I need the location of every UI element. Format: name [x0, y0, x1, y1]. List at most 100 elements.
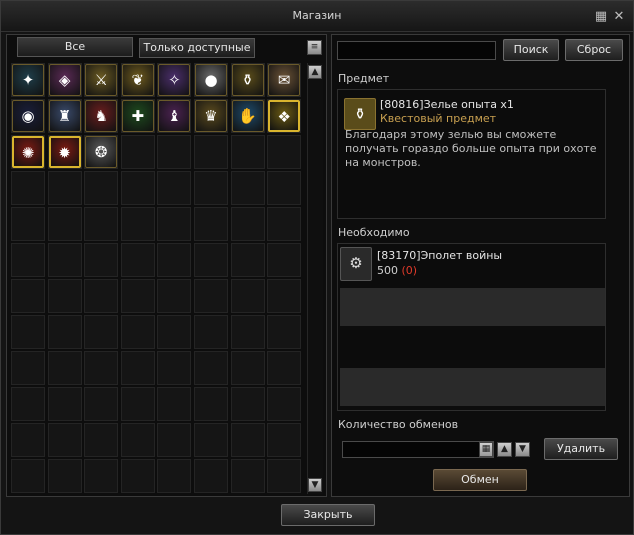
- dark-crystal-ball-icon[interactable]: ◉: [12, 100, 44, 132]
- grid-cell[interactable]: [47, 459, 82, 493]
- grid-cell[interactable]: [11, 387, 45, 421]
- grid-settings-icon[interactable]: ▦: [593, 9, 609, 25]
- grid-cell[interactable]: [120, 279, 155, 313]
- experience-potion-icon[interactable]: ⚱: [344, 98, 376, 130]
- grid-cell[interactable]: [84, 243, 119, 277]
- grid-cell[interactable]: [267, 207, 302, 241]
- grid-cell[interactable]: [120, 423, 155, 457]
- grid-cell[interactable]: [84, 459, 119, 493]
- grid-cell[interactable]: [267, 279, 302, 313]
- grid-cell[interactable]: [84, 387, 119, 421]
- hooded-figure-icon[interactable]: ♜: [48, 100, 81, 132]
- grid-cell[interactable]: [194, 207, 228, 241]
- grid-cell[interactable]: [230, 243, 265, 277]
- delete-button[interactable]: Удалить: [544, 438, 618, 460]
- grid-cell[interactable]: [84, 207, 119, 241]
- grid-cell[interactable]: [120, 351, 155, 385]
- grid-cell[interactable]: [230, 459, 265, 493]
- grid-cell[interactable]: [11, 243, 45, 277]
- grid-cell[interactable]: [194, 387, 228, 421]
- grid-cell[interactable]: [47, 315, 82, 349]
- grid-cell[interactable]: [157, 207, 192, 241]
- grid-cell[interactable]: [194, 459, 228, 493]
- grid-cell[interactable]: [230, 387, 265, 421]
- grid-cell[interactable]: [11, 207, 45, 241]
- golden-wing-icon[interactable]: ❦: [121, 64, 154, 96]
- grid-cell[interactable]: [194, 135, 228, 169]
- pink-shield-icon[interactable]: ◈: [48, 64, 81, 96]
- tab-all[interactable]: Все: [17, 37, 133, 57]
- calculator-icon[interactable]: ▦: [479, 442, 493, 457]
- grid-cell[interactable]: [230, 135, 265, 169]
- decrement-arrow-icon[interactable]: ▼: [515, 442, 530, 457]
- grid-cell[interactable]: [194, 423, 228, 457]
- grid-cell[interactable]: [84, 423, 119, 457]
- grid-cell[interactable]: [11, 279, 45, 313]
- grid-cell[interactable]: [267, 459, 302, 493]
- grid-cell[interactable]: [157, 279, 192, 313]
- golden-statue-icon[interactable]: ♛: [195, 100, 227, 132]
- tab-available-only[interactable]: Только доступные: [139, 38, 255, 58]
- grid-cell[interactable]: [267, 135, 302, 169]
- grid-cell[interactable]: [11, 171, 45, 205]
- teal-crystal-icon[interactable]: ✦: [12, 64, 44, 96]
- grid-cell[interactable]: [47, 279, 82, 313]
- grid-cell[interactable]: [47, 387, 82, 421]
- grid-cell[interactable]: [11, 351, 45, 385]
- search-button[interactable]: Поиск: [503, 39, 559, 61]
- grid-cell[interactable]: [120, 387, 155, 421]
- grid-cell[interactable]: [194, 243, 228, 277]
- grid-cell[interactable]: [267, 387, 302, 421]
- grid-cell[interactable]: [84, 351, 119, 385]
- close-icon[interactable]: ✕: [611, 9, 627, 25]
- grid-cell[interactable]: [194, 171, 228, 205]
- purple-rune-icon[interactable]: ✧: [158, 64, 191, 96]
- grid-cell[interactable]: [157, 351, 192, 385]
- grid-cell[interactable]: [11, 423, 45, 457]
- grid-cell[interactable]: [47, 207, 82, 241]
- yellow-box-icon[interactable]: ❖: [268, 100, 301, 132]
- grid-cell[interactable]: [120, 243, 155, 277]
- search-input[interactable]: [337, 41, 496, 60]
- grid-cell[interactable]: [157, 243, 192, 277]
- grid-cell[interactable]: [230, 315, 265, 349]
- grid-cell[interactable]: [267, 243, 302, 277]
- exchange-count-field[interactable]: [342, 441, 494, 458]
- grid-cell[interactable]: [230, 279, 265, 313]
- green-sword-icon[interactable]: ✚: [121, 100, 154, 132]
- grid-cell[interactable]: [157, 135, 192, 169]
- grid-cell[interactable]: [47, 423, 82, 457]
- grid-cell[interactable]: [267, 315, 302, 349]
- grid-cell[interactable]: [157, 171, 192, 205]
- grid-cell[interactable]: [194, 279, 228, 313]
- scroll-down-icon[interactable]: ▼: [308, 478, 322, 492]
- red-demon-icon[interactable]: ♞: [85, 100, 118, 132]
- grid-cell[interactable]: [120, 459, 155, 493]
- grid-cell[interactable]: [11, 459, 45, 493]
- silver-orb-icon[interactable]: ●: [195, 64, 227, 96]
- red-gold-emblem-icon[interactable]: ✺: [12, 136, 44, 168]
- increment-arrow-icon[interactable]: ▲: [497, 442, 512, 457]
- grid-cell[interactable]: [84, 315, 119, 349]
- war-epaulet-icon[interactable]: ⚙: [340, 247, 372, 281]
- grid-cell[interactable]: [157, 387, 192, 421]
- purple-dragon-icon[interactable]: ♝: [158, 100, 191, 132]
- grid-cell[interactable]: [230, 207, 265, 241]
- experience-potion-icon[interactable]: ⚱: [231, 64, 264, 96]
- grid-cell[interactable]: [157, 315, 192, 349]
- grid-cell[interactable]: [230, 351, 265, 385]
- grid-cell[interactable]: [47, 171, 82, 205]
- golden-sword-shield-icon[interactable]: ⚔: [85, 64, 118, 96]
- title-bar[interactable]: Магазин ▦ ✕: [1, 1, 633, 32]
- grid-cell[interactable]: [267, 171, 302, 205]
- grid-cell[interactable]: [11, 315, 45, 349]
- grid-cell[interactable]: [157, 423, 192, 457]
- grid-cell[interactable]: [47, 351, 82, 385]
- grid-cell[interactable]: [120, 315, 155, 349]
- envelope-icon[interactable]: ✉: [268, 64, 301, 96]
- blue-hand-icon[interactable]: ✋: [231, 100, 264, 132]
- list-view-icon[interactable]: ≡: [307, 40, 322, 55]
- grid-cell[interactable]: [230, 423, 265, 457]
- item-grid-scrollbar[interactable]: ▲ ▼: [307, 63, 323, 494]
- scroll-up-icon[interactable]: ▲: [308, 65, 322, 79]
